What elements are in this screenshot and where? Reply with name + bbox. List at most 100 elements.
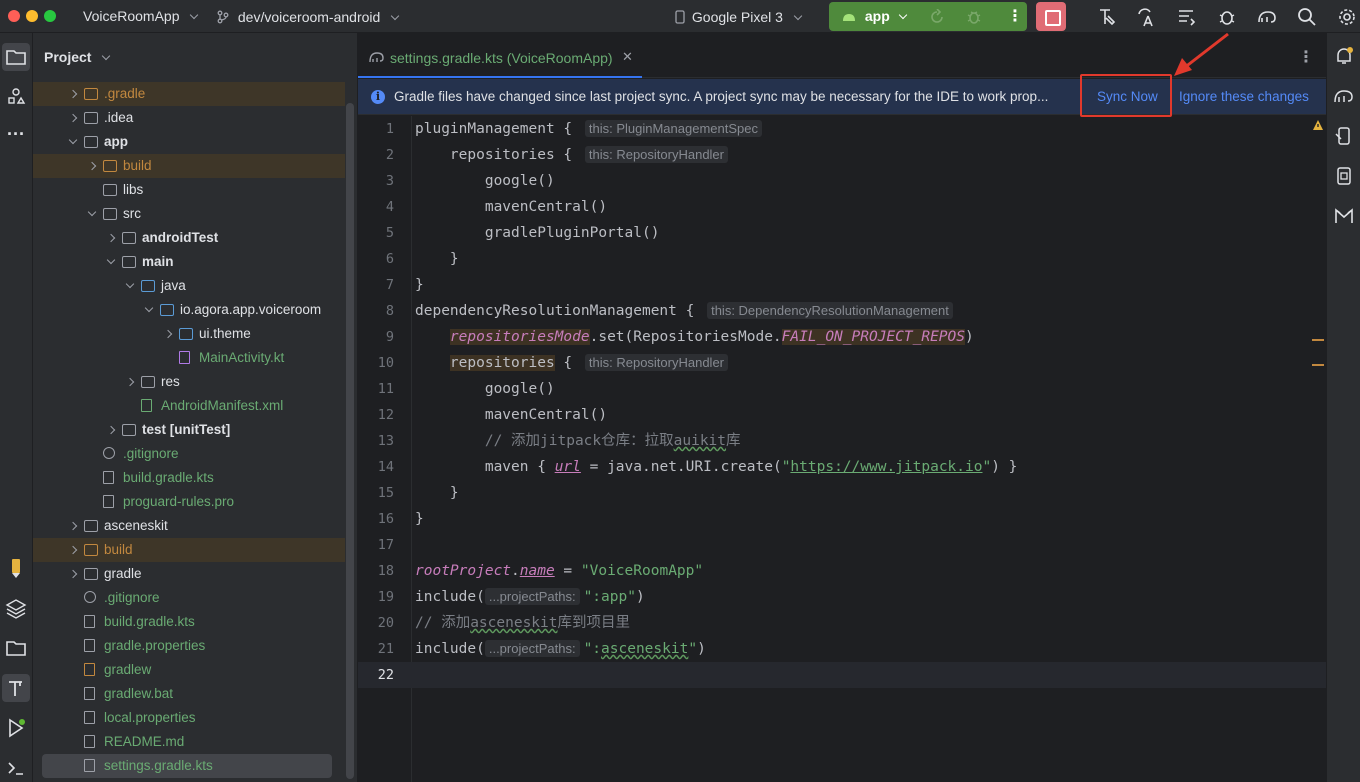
translate-icon[interactable] xyxy=(1136,6,1158,28)
profiler-icon[interactable] xyxy=(1176,6,1198,28)
project-view-selector[interactable]: Project xyxy=(44,49,111,65)
more-tools-icon[interactable]: ··· xyxy=(2,123,30,151)
tree-item[interactable]: AndroidManifest.xml xyxy=(33,394,345,418)
zoom-window-button[interactable] xyxy=(44,10,56,22)
branch-switcher[interactable]: dev/voiceroom-android xyxy=(216,8,400,25)
code-line: 15 } xyxy=(377,485,459,501)
gradle-sync-icon[interactable] xyxy=(1256,6,1278,28)
tree-item[interactable]: build xyxy=(33,154,345,178)
notifications-icon[interactable] xyxy=(1333,45,1355,67)
warning-stripe-marker[interactable] xyxy=(1312,364,1324,366)
chevron-down-icon[interactable] xyxy=(106,255,116,265)
tree-item[interactable]: asceneskit xyxy=(33,514,345,538)
chevron-right-icon[interactable] xyxy=(68,569,78,579)
tab-more-options-icon[interactable]: ⋮ xyxy=(1298,47,1314,67)
project-tree-scrollbar[interactable] xyxy=(346,103,354,779)
tree-item[interactable]: build xyxy=(33,538,345,562)
gradle-icon[interactable] xyxy=(1333,85,1355,107)
warning-stripe-marker[interactable] xyxy=(1312,339,1324,341)
device-explorer-button[interactable] xyxy=(2,634,30,662)
close-tab-icon[interactable]: ✕ xyxy=(622,49,633,65)
tree-item[interactable]: gradle xyxy=(33,562,345,586)
chevron-down-icon[interactable] xyxy=(68,135,78,145)
tree-item[interactable]: ui.theme xyxy=(33,322,345,346)
code-editor[interactable]: 1 pluginManagement { this: PluginManageme… xyxy=(358,116,1326,688)
tree-item[interactable]: gradlew xyxy=(33,658,345,682)
debug-icon[interactable] xyxy=(965,8,983,26)
project-tool-button[interactable] xyxy=(2,43,30,71)
tree-item-label: local.properties xyxy=(104,710,196,725)
tree-item[interactable]: MainActivity.kt xyxy=(33,346,345,370)
ignore-changes-link[interactable]: Ignore these changes xyxy=(1179,89,1309,104)
chevron-right-icon[interactable] xyxy=(87,161,97,171)
chevron-right-icon[interactable] xyxy=(106,233,116,243)
tree-item[interactable]: .idea xyxy=(33,106,345,130)
chevron-right-icon[interactable] xyxy=(68,545,78,555)
sync-now-link[interactable]: Sync Now xyxy=(1097,89,1158,104)
gmail-icon[interactable] xyxy=(1333,205,1355,227)
stop-button[interactable] xyxy=(1036,2,1066,31)
editor-tab-settings-gradle[interactable]: settings.gradle.kts (VoiceRoomApp) ✕ xyxy=(358,33,642,78)
warning-icon[interactable] xyxy=(1312,119,1324,131)
layers-tool-button[interactable] xyxy=(2,594,30,622)
device-selector[interactable]: Google Pixel 3 xyxy=(675,8,803,25)
chevron-right-icon[interactable] xyxy=(68,89,78,99)
run-tool-button[interactable] xyxy=(2,714,30,742)
chevron-right-icon[interactable] xyxy=(68,113,78,123)
chevron-down-icon[interactable] xyxy=(87,207,97,217)
tree-item-label: src xyxy=(123,206,141,221)
chevron-down-icon[interactable] xyxy=(144,303,154,313)
code-line: 2 repositories { this: RepositoryHandler xyxy=(358,142,1326,168)
search-icon[interactable] xyxy=(1296,6,1318,28)
more-actions-icon[interactable]: ⋮ xyxy=(1007,6,1023,26)
tree-item-label: gradle.properties xyxy=(104,638,206,653)
tree-item[interactable]: libs xyxy=(33,178,345,202)
gear-icon[interactable] xyxy=(1336,6,1358,28)
tree-item[interactable]: settings.gradle.kts xyxy=(42,754,332,778)
chevron-right-icon[interactable] xyxy=(68,521,78,531)
device-manager-icon[interactable] xyxy=(1333,125,1355,147)
rerun-icon[interactable] xyxy=(929,9,945,25)
resource-manager-button[interactable] xyxy=(2,83,30,111)
tree-item[interactable]: io.agora.app.voiceroom xyxy=(33,298,345,322)
tree-item[interactable]: test [unitTest] xyxy=(33,418,345,442)
tree-item[interactable]: gradlew.bat xyxy=(33,682,345,706)
chevron-right-icon[interactable] xyxy=(106,425,116,435)
tree-item[interactable]: gradle.properties xyxy=(33,634,345,658)
project-tool-window: Project .gradle .idea app build libs src andro… xyxy=(33,33,358,782)
bug-icon[interactable] xyxy=(1216,6,1238,28)
tree-item[interactable]: .gradle xyxy=(33,82,345,106)
tree-item[interactable]: build.gradle.kts xyxy=(33,610,345,634)
tree-item[interactable]: app xyxy=(33,130,345,154)
tree-item[interactable]: proguard-rules.pro xyxy=(33,490,345,514)
tree-item[interactable]: .gitignore xyxy=(33,586,345,610)
tree-item[interactable]: androidTest xyxy=(33,226,345,250)
package-icon xyxy=(179,328,193,340)
tree-item-label: README.md xyxy=(104,734,185,749)
tree-item-label: .gitignore xyxy=(104,590,160,605)
tree-item[interactable]: java xyxy=(33,274,345,298)
tree-item[interactable]: local.properties xyxy=(33,706,345,730)
text-icon xyxy=(103,495,114,508)
folder-icon xyxy=(84,568,98,580)
close-window-button[interactable] xyxy=(8,10,20,22)
chevron-right-icon[interactable] xyxy=(163,329,173,339)
tree-item[interactable]: main xyxy=(33,250,345,274)
current-line-number: 22 xyxy=(377,667,394,683)
project-switcher[interactable]: VoiceRoomApp xyxy=(83,8,199,24)
code-line: 10 repositories { this: RepositoryHandle… xyxy=(358,350,1326,376)
tree-item[interactable]: build.gradle.kts xyxy=(33,466,345,490)
terminal-tool-button[interactable] xyxy=(2,754,30,782)
build-tool-button[interactable] xyxy=(2,674,30,702)
build-variants-icon[interactable] xyxy=(1096,6,1118,28)
run-config-selector[interactable]: app xyxy=(841,8,907,24)
tree-item[interactable]: README.md xyxy=(33,730,345,754)
running-devices-icon[interactable] xyxy=(1333,165,1355,187)
tree-item[interactable]: src xyxy=(33,202,345,226)
chevron-right-icon[interactable] xyxy=(125,377,135,387)
minimize-window-button[interactable] xyxy=(26,10,38,22)
notes-tool-button[interactable] xyxy=(2,553,30,581)
chevron-down-icon[interactable] xyxy=(125,279,135,289)
tree-item[interactable]: res xyxy=(33,370,345,394)
tree-item[interactable]: .gitignore xyxy=(33,442,345,466)
